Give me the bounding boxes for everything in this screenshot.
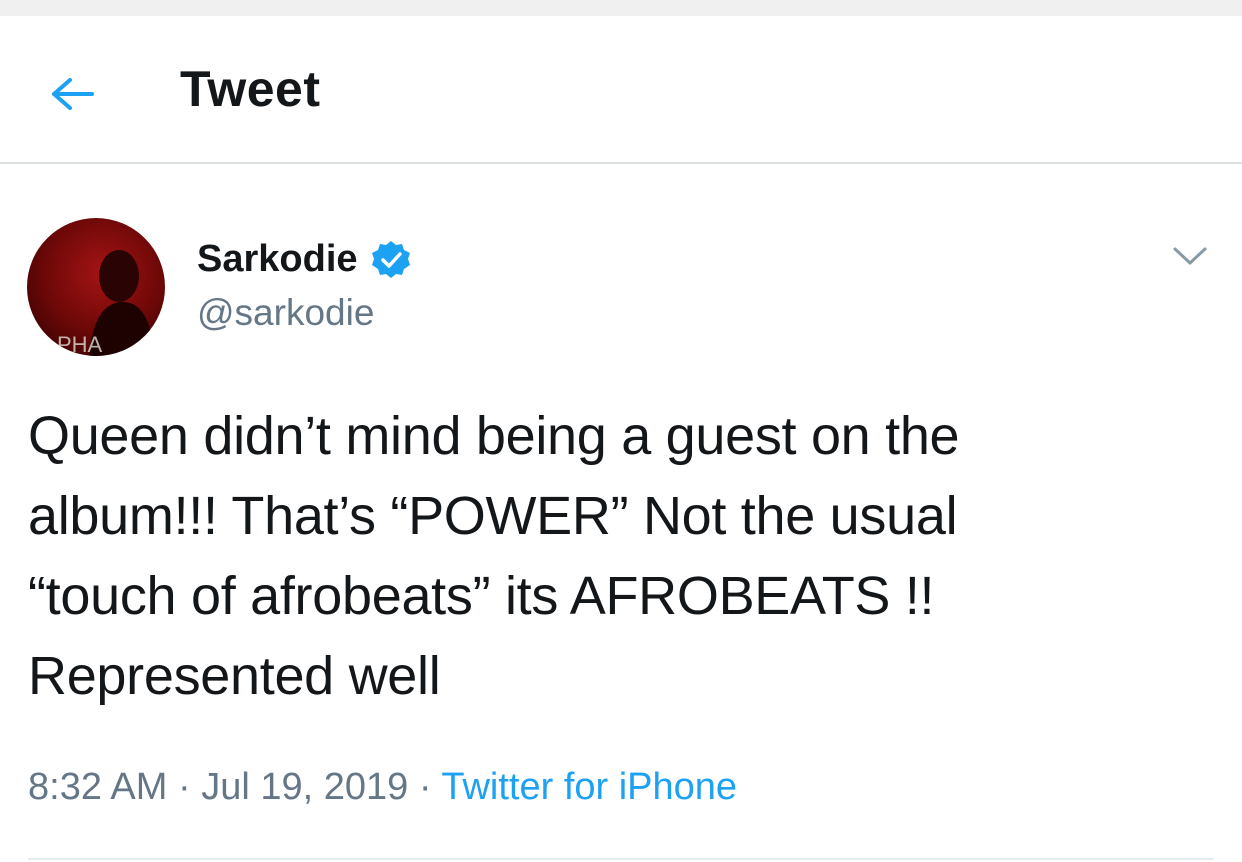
- divider: [28, 858, 1214, 860]
- status-strip: [0, 0, 1242, 16]
- tweet-time[interactable]: 8:32 AM: [28, 766, 167, 808]
- tweet-source-link[interactable]: Twitter for iPhone: [441, 766, 737, 808]
- meta-separator: ·: [177, 766, 202, 808]
- avatar[interactable]: PHA: [27, 218, 165, 356]
- tweet-date[interactable]: Jul 19, 2019: [201, 766, 408, 808]
- tweet-meta: 8:32 AM · Jul 19, 2019 · Twitter for iPh…: [28, 766, 737, 809]
- tweet-header: Tweet: [0, 16, 1242, 164]
- chevron-down-icon: [1173, 247, 1207, 265]
- author-name[interactable]: Sarkodie: [197, 238, 412, 281]
- back-button[interactable]: [44, 72, 100, 116]
- avatar-text: PHA: [57, 332, 103, 356]
- arrow-left-icon: [52, 78, 94, 110]
- author-handle[interactable]: @sarkodie: [197, 292, 374, 334]
- tweet-card: PHA Sarkodie @sarkodie Queen didn’t mind…: [0, 164, 1242, 862]
- meta-separator-2: ·: [418, 766, 442, 808]
- tweet-text: Queen didn’t mind being a guest on the a…: [28, 406, 960, 706]
- tweet-menu-button[interactable]: [1168, 234, 1212, 278]
- page-title: Tweet: [180, 61, 321, 117]
- verified-badge-icon: [370, 239, 412, 281]
- author-name-text: Sarkodie: [197, 238, 358, 280]
